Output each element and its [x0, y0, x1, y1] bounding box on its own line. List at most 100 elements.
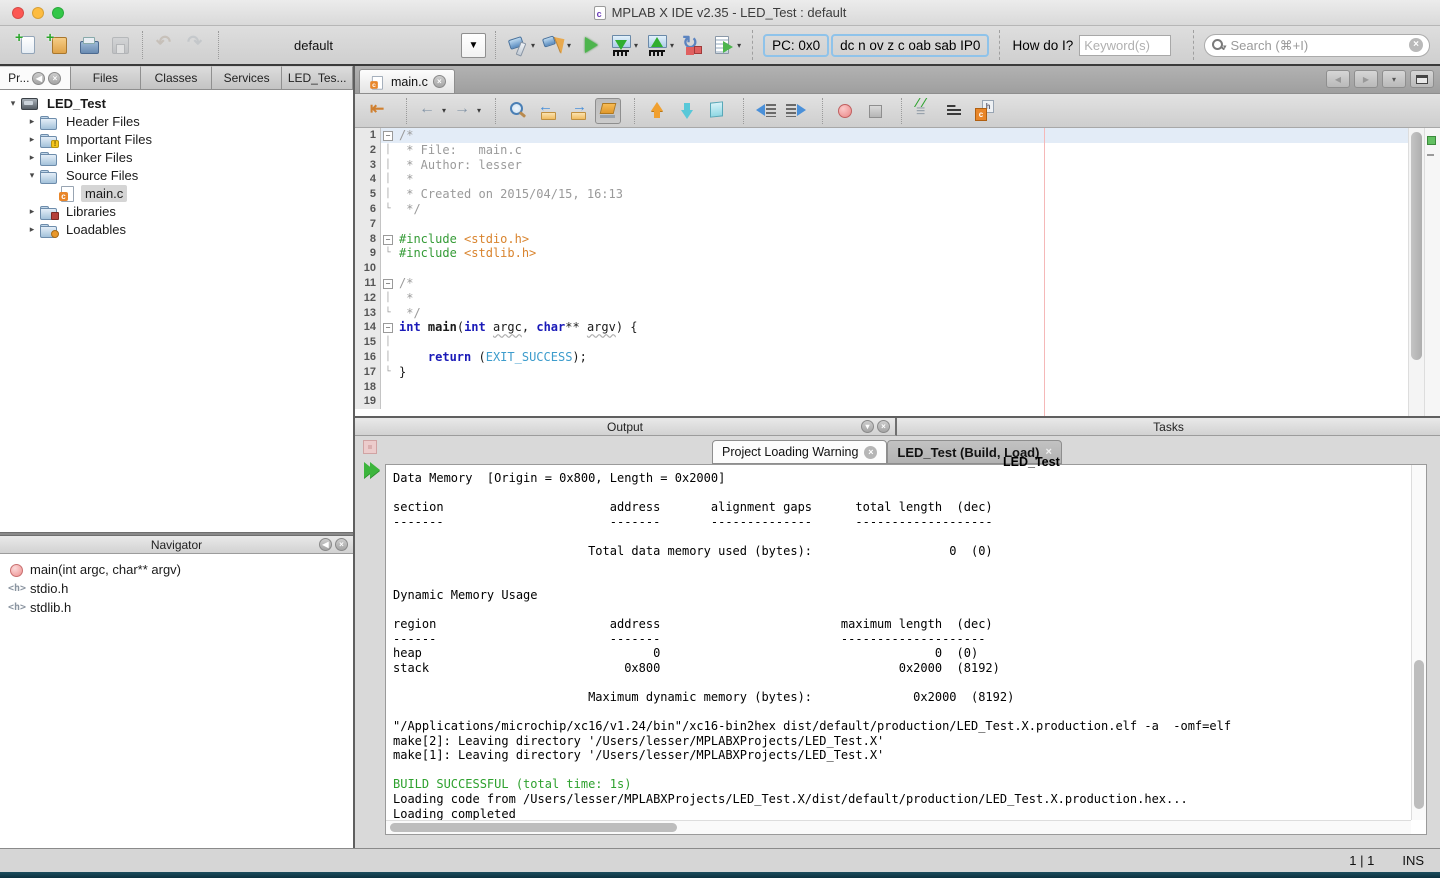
output-tab-project-loading-warning[interactable]: Project Loading Warning×: [712, 440, 887, 464]
panel-tab-led-tes[interactable]: LED_Tes...: [282, 66, 353, 89]
code-line-17[interactable]: 17└}: [355, 365, 1408, 380]
shift-line-left-button[interactable]: [753, 98, 779, 124]
fold-marker-icon[interactable]: └: [381, 306, 395, 321]
projects-tree[interactable]: ▾LED_Test▸Header Files▸!Important Files▸…: [0, 90, 353, 532]
fold-marker-icon[interactable]: [381, 320, 395, 335]
editor-tab-main-c[interactable]: c main.c ×: [359, 69, 455, 93]
keyword-input[interactable]: [1079, 35, 1171, 56]
code-line-14[interactable]: 14int main(int argc, char** argv) {: [355, 320, 1408, 335]
configuration-select[interactable]: default ▼: [294, 30, 486, 60]
find-next-button[interactable]: [565, 98, 591, 124]
no-errors-indicator[interactable]: [1427, 136, 1436, 145]
close-projects-icon[interactable]: ×: [48, 72, 61, 85]
fold-marker-icon[interactable]: └: [381, 202, 395, 217]
code-line-13[interactable]: 13└ */: [355, 306, 1408, 321]
clear-search-icon[interactable]: ×: [1409, 38, 1423, 52]
minimize-output-icon[interactable]: ▾: [861, 420, 874, 433]
clean-build-button[interactable]: ▾: [541, 32, 572, 58]
expand-arrow-icon[interactable]: ▸: [25, 224, 39, 235]
fold-marker-icon[interactable]: └: [381, 365, 395, 380]
stop-build-button[interactable]: [363, 440, 377, 454]
editor-vertical-scrollbar[interactable]: [1408, 128, 1424, 416]
navigator-item-stdlib-h[interactable]: <h>stdlib.h: [8, 598, 353, 617]
close-navigator-icon[interactable]: ×: [335, 538, 348, 551]
tasks-panel-header[interactable]: Tasks: [897, 418, 1440, 436]
tree-item-loadables[interactable]: ▸●Loadables: [0, 220, 353, 238]
panel-tab-files[interactable]: Files: [71, 66, 142, 89]
toggle-highlight-button[interactable]: [595, 98, 621, 124]
open-project-button[interactable]: [76, 32, 102, 58]
format-code-button[interactable]: [941, 98, 967, 124]
undo-button[interactable]: [152, 32, 178, 58]
code-line-16[interactable]: 16│ return (EXIT_SUCCESS);: [355, 350, 1408, 365]
stop-macro-button[interactable]: [862, 98, 888, 124]
fold-marker-icon[interactable]: │: [381, 335, 395, 350]
fold-marker-icon[interactable]: └: [381, 246, 395, 261]
panel-tab-services[interactable]: Services: [212, 66, 283, 89]
output-horizontal-scrollbar[interactable]: [386, 820, 1411, 834]
code-line-19[interactable]: 19: [355, 394, 1408, 409]
fold-marker-icon[interactable]: │: [381, 158, 395, 173]
panel-tab-classes[interactable]: Classes: [141, 66, 212, 89]
fold-marker-icon[interactable]: │: [381, 350, 395, 365]
refresh-debug-tool-button[interactable]: [680, 32, 706, 58]
goto-last-edit-button[interactable]: [367, 98, 393, 124]
debug-project-dropdown-caret-icon[interactable]: ▾: [737, 41, 741, 50]
toggle-comment-button[interactable]: [911, 98, 937, 124]
forward-button[interactable]: ▾: [451, 98, 482, 124]
search-input[interactable]: [1231, 38, 1409, 53]
tree-item-led-test[interactable]: ▾LED_Test: [0, 94, 353, 112]
fold-marker-icon[interactable]: │: [381, 143, 395, 158]
make-program-device-button[interactable]: ▾: [608, 32, 639, 58]
tree-item-important-files[interactable]: ▸!Important Files: [0, 130, 353, 148]
fold-marker-icon[interactable]: │: [381, 172, 395, 187]
code-line-8[interactable]: 8#include <stdio.h>: [355, 232, 1408, 247]
fold-marker-icon[interactable]: [381, 276, 395, 291]
close-editor-tab-icon[interactable]: ×: [433, 75, 446, 88]
tree-item-main-c[interactable]: cmain.c: [0, 184, 353, 202]
expand-arrow-icon[interactable]: ▸: [25, 152, 39, 163]
output-console[interactable]: Data Memory [Origin = 0x800, Length = 0x…: [385, 464, 1427, 835]
navigator-item-main-int-argc-char-argv[interactable]: main(int argc, char** argv): [8, 560, 353, 579]
code-line-3[interactable]: 3│ * Author: lesser: [355, 158, 1408, 173]
code-line-4[interactable]: 4│ *: [355, 172, 1408, 187]
forward-dropdown-caret-icon[interactable]: ▾: [477, 106, 481, 115]
zoom-window-icon[interactable]: [52, 7, 64, 19]
next-bookmark-button[interactable]: [674, 98, 700, 124]
back-dropdown-caret-icon[interactable]: ▾: [442, 106, 446, 115]
read-device-memory-dropdown-caret-icon[interactable]: ▾: [670, 41, 674, 50]
close-tab-icon[interactable]: ×: [864, 446, 877, 459]
new-file-button[interactable]: [14, 32, 40, 58]
build-project-dropdown-caret-icon[interactable]: ▾: [531, 41, 535, 50]
code-line-15[interactable]: 15│: [355, 335, 1408, 350]
rerun-build-button[interactable]: [364, 462, 376, 478]
toggle-header-source-button[interactable]: [971, 98, 997, 124]
navigator-header[interactable]: Navigator ◀ ×: [0, 536, 353, 554]
navigator-item-stdio-h[interactable]: <h>stdio.h: [8, 579, 353, 598]
panel-tab-pr[interactable]: Pr...◀×: [0, 66, 71, 89]
code-line-5[interactable]: 5│ * Created on 2015/04/15, 16:13: [355, 187, 1408, 202]
code-editor[interactable]: 1/*2│ * File: main.c3│ * Author: lesser4…: [355, 128, 1440, 416]
collapse-arrow-icon[interactable]: ▾: [25, 170, 39, 181]
output-panel-header[interactable]: Output ▾ ×: [355, 418, 897, 436]
code-line-11[interactable]: 11/*: [355, 276, 1408, 291]
tree-item-linker-files[interactable]: ▸Linker Files: [0, 148, 353, 166]
fold-marker-icon[interactable]: │: [381, 187, 395, 202]
code-line-18[interactable]: 18: [355, 380, 1408, 395]
close-output-icon[interactable]: ×: [877, 420, 890, 433]
redo-button[interactable]: [183, 32, 209, 58]
save-all-button[interactable]: [107, 32, 133, 58]
toggle-bookmark-button[interactable]: [704, 98, 730, 124]
expand-arrow-icon[interactable]: ▸: [25, 206, 39, 217]
scroll-tabs-left-button[interactable]: ◀: [1326, 70, 1350, 88]
tree-item-libraries[interactable]: ▸▪Libraries: [0, 202, 353, 220]
tree-item-header-files[interactable]: ▸Header Files: [0, 112, 353, 130]
find-selection-button[interactable]: [505, 98, 531, 124]
new-project-button[interactable]: [45, 32, 71, 58]
record-macro-button[interactable]: [832, 98, 858, 124]
tree-item-source-files[interactable]: ▾Source Files: [0, 166, 353, 184]
code-line-12[interactable]: 12│ *: [355, 291, 1408, 306]
configuration-dropdown-button[interactable]: ▼: [461, 33, 486, 58]
debug-project-button[interactable]: ▾: [711, 32, 742, 58]
expand-arrow-icon[interactable]: ▸: [25, 134, 39, 145]
